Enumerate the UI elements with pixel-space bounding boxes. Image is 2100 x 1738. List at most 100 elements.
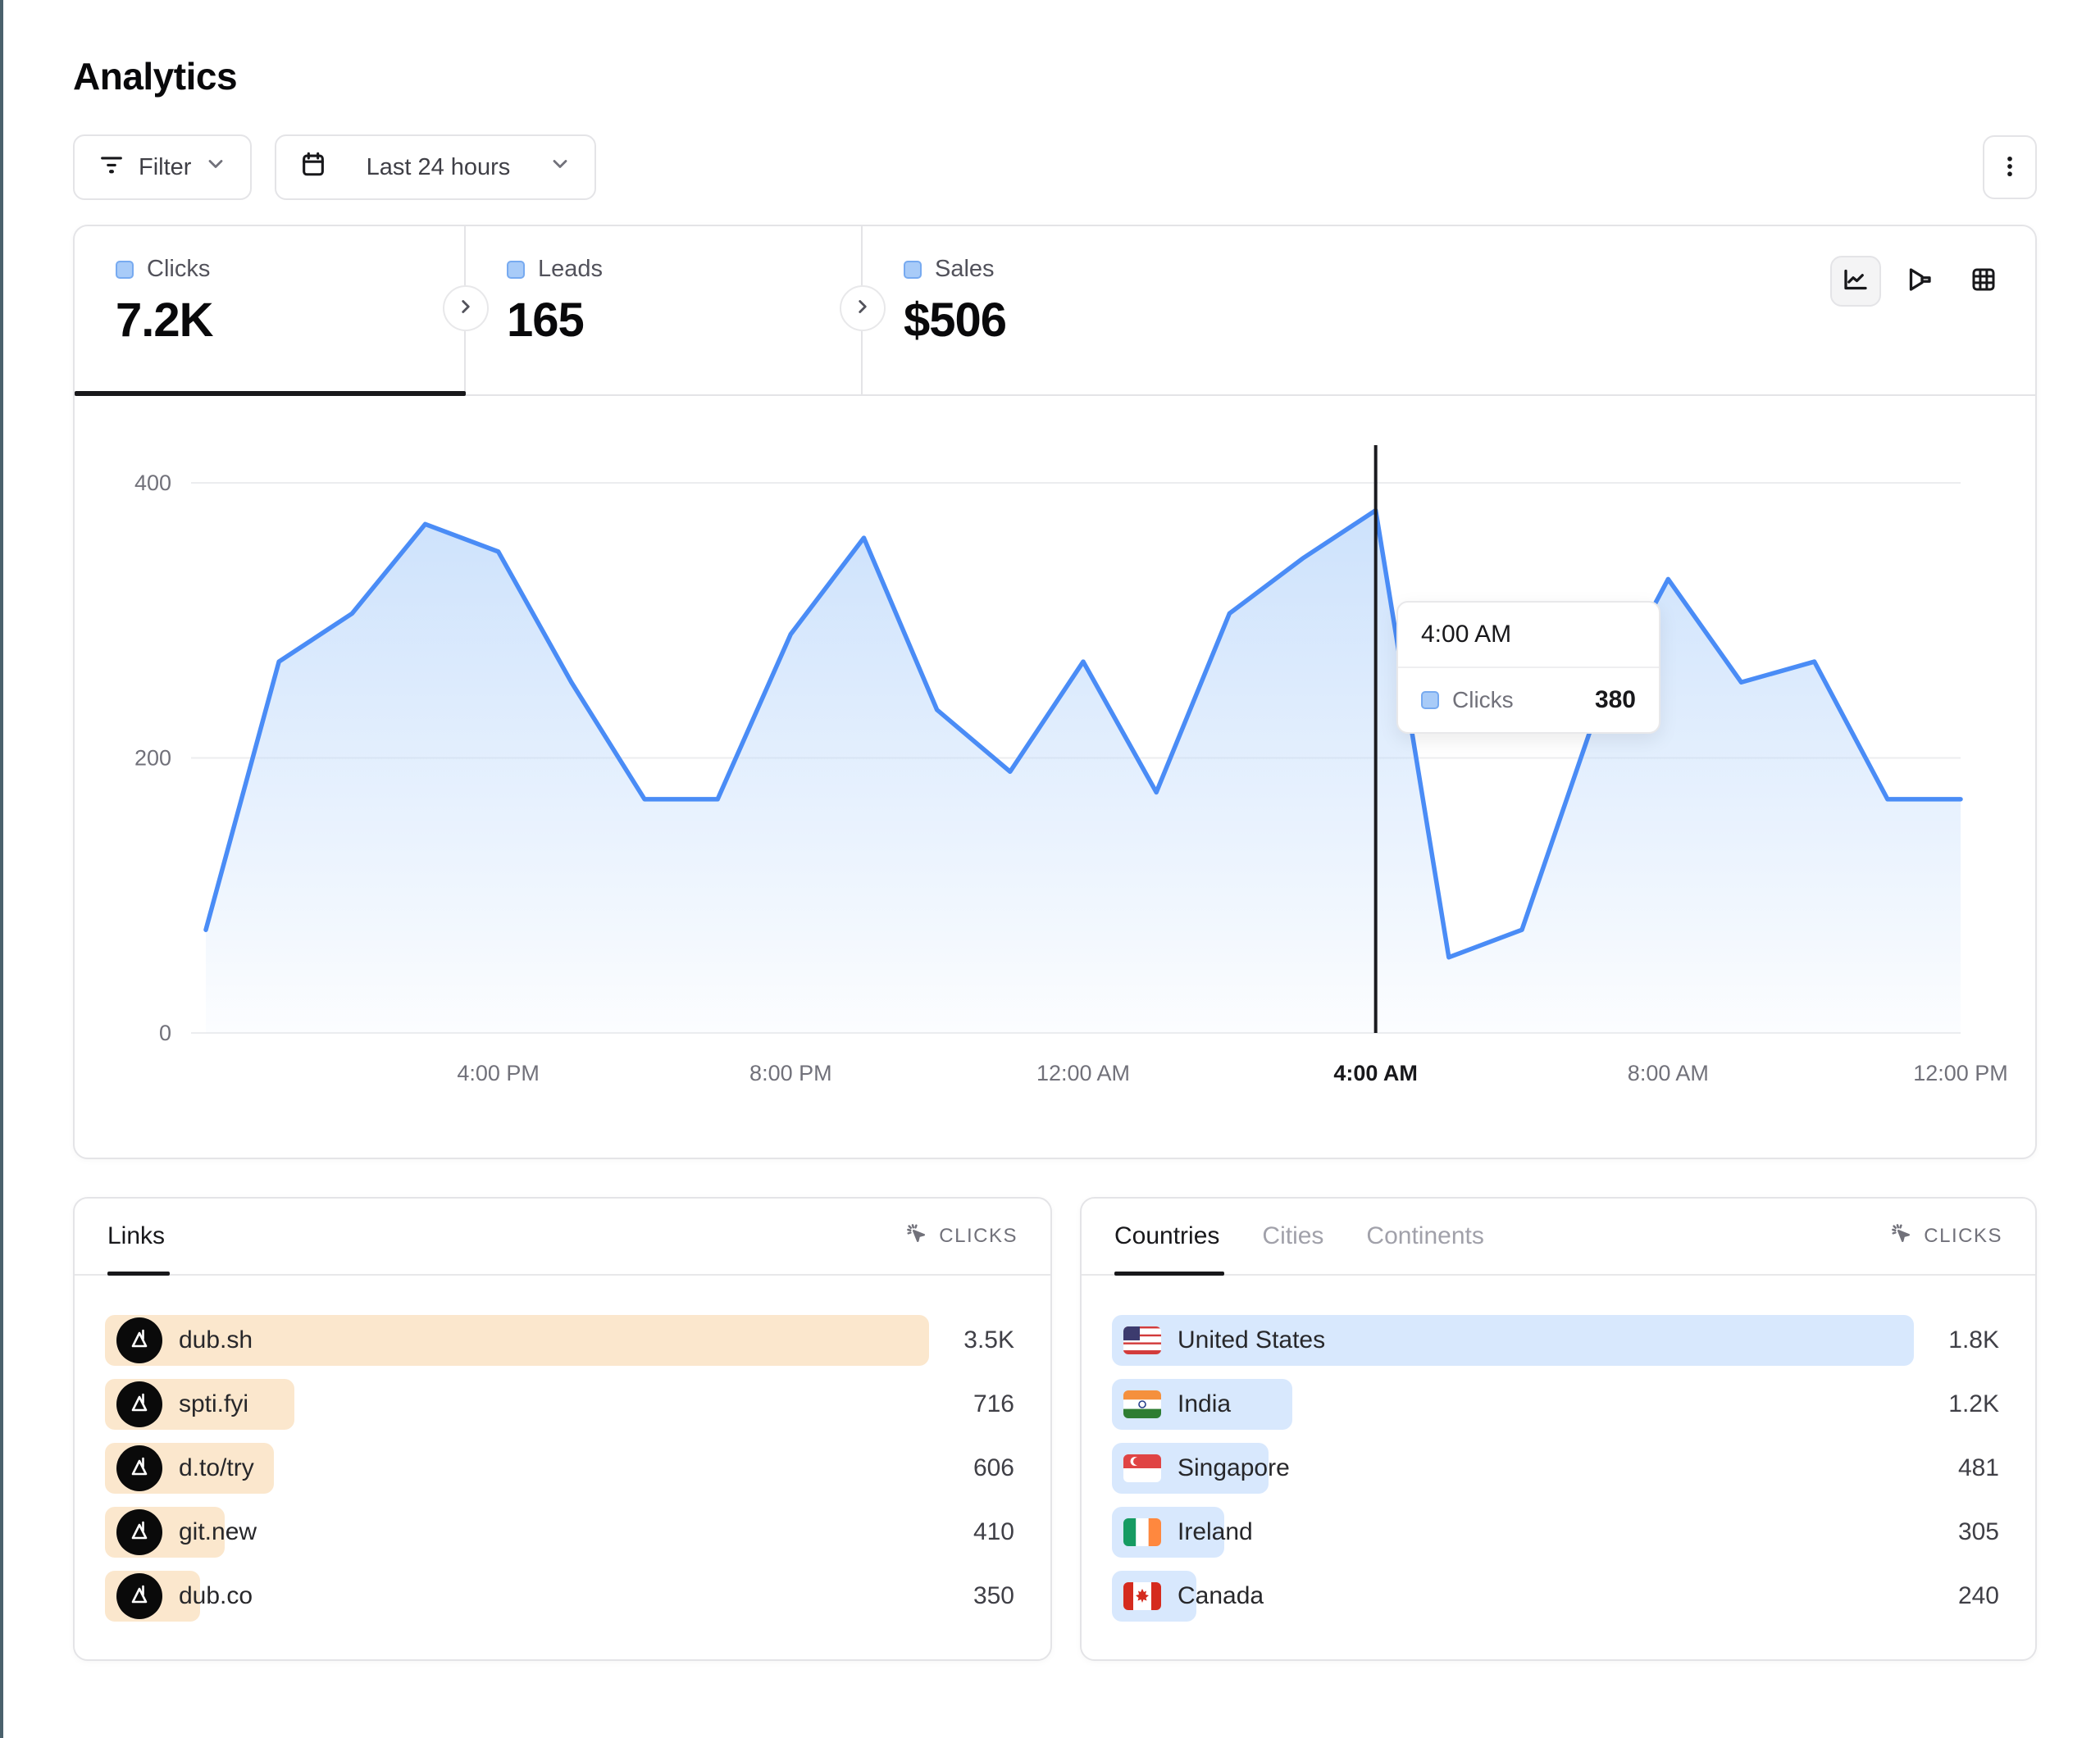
list-item[interactable]: spti.fyi 716 xyxy=(105,1379,1014,1430)
row-label: dub.co xyxy=(179,1582,253,1610)
tab-links-label: Links xyxy=(107,1222,165,1250)
row-bar: India xyxy=(1112,1379,1292,1430)
tab-continents[interactable]: Continents xyxy=(1366,1199,1483,1274)
toggle-table[interactable] xyxy=(1958,256,2009,307)
list-item[interactable]: git.new410 xyxy=(105,1507,1014,1558)
list-item[interactable]: Ireland 305 xyxy=(1112,1507,1999,1558)
x-axis-tick: 4:00 PM xyxy=(457,1061,540,1085)
list-item[interactable]: Singapore 481 xyxy=(1112,1443,1999,1494)
tooltip-swatch-icon xyxy=(1421,691,1439,709)
page-title: Analytics xyxy=(73,54,2037,98)
row-bar-area: India xyxy=(1112,1379,1914,1430)
chevron-right-icon xyxy=(455,296,476,321)
analytics-card: Clicks 7.2K Leads 165 Sales $ xyxy=(73,225,2037,1159)
row-value: 305 xyxy=(1914,1518,1999,1546)
more-options-button[interactable] xyxy=(1983,135,2037,199)
stat-label: Clicks xyxy=(147,256,210,283)
row-bar: Canada xyxy=(1112,1571,1196,1622)
links-panel: Links CLICKS dub.sh3.5Kspti.fyi716d xyxy=(73,1197,1052,1661)
tab-label: Countries xyxy=(1114,1222,1219,1250)
row-bar-area: dub.sh xyxy=(105,1315,929,1366)
tooltip-series-label: Clicks xyxy=(1452,687,1582,713)
list-item[interactable]: dub.sh 3.5K xyxy=(105,1315,1014,1366)
countries-panel: Countries Cities Continents CLICKS United … xyxy=(1080,1197,2037,1661)
flag-icon-us xyxy=(1123,1326,1161,1354)
row-value: 3.5K xyxy=(929,1326,1014,1354)
x-axis-tick: 12:00 PM xyxy=(1913,1061,2008,1085)
toolbar: Filter Last 24 hours xyxy=(73,134,2037,200)
clicks-timeseries-chart[interactable]: 02004004:00 PM8:00 PM12:00 AM4:00 AM8:00… xyxy=(75,396,2035,1159)
row-label: spti.fyi xyxy=(179,1390,248,1418)
filter-button[interactable]: Filter xyxy=(73,134,252,200)
tab-cities[interactable]: Cities xyxy=(1262,1199,1323,1274)
expand-leads-button[interactable] xyxy=(840,285,886,331)
stats-tabs: Clicks 7.2K Leads 165 Sales $ xyxy=(75,226,2035,396)
row-bar: United States xyxy=(1112,1315,1914,1366)
stat-label: Leads xyxy=(538,256,603,283)
cursor-click-icon xyxy=(904,1222,929,1252)
tab-links[interactable]: Links xyxy=(107,1199,165,1274)
row-value: 350 xyxy=(929,1582,1014,1610)
flag-icon-ie xyxy=(1123,1518,1161,1546)
link-favicon xyxy=(116,1381,162,1427)
y-axis-tick: 0 xyxy=(159,1021,171,1045)
countries-metric-selector[interactable]: CLICKS xyxy=(1889,1222,2002,1252)
row-value: 1.2K xyxy=(1914,1390,1999,1418)
flag-icon-in xyxy=(1123,1390,1161,1418)
toggle-funnel-chart[interactable] xyxy=(1894,256,1945,307)
links-metric-selector[interactable]: CLICKS xyxy=(904,1222,1018,1252)
links-panel-header: Links CLICKS xyxy=(75,1199,1050,1276)
list-item[interactable]: United States1.8K xyxy=(1112,1315,1999,1366)
chevron-right-icon xyxy=(852,296,873,321)
tab-sales[interactable]: Sales $506 xyxy=(863,226,2035,394)
chevron-down-icon xyxy=(204,152,227,182)
countries-panel-header: Countries Cities Continents CLICKS xyxy=(1082,1199,2035,1276)
links-metric-label: CLICKS xyxy=(939,1225,1018,1248)
row-bar-area: git.new xyxy=(105,1507,929,1558)
tab-countries[interactable]: Countries xyxy=(1114,1199,1219,1274)
row-bar: dub.co xyxy=(105,1571,200,1622)
row-label: Canada xyxy=(1178,1582,1264,1610)
list-item[interactable]: dub.co 350 xyxy=(105,1571,1014,1622)
area-chart-canvas: 02004004:00 PM8:00 PM12:00 AM4:00 AM8:00… xyxy=(75,396,2035,1159)
row-label: d.to/try xyxy=(179,1454,254,1482)
stat-label: Sales xyxy=(935,256,995,283)
x-axis-tick: 8:00 AM xyxy=(1628,1061,1709,1085)
calendar-icon xyxy=(299,150,327,184)
x-axis-tick: 4:00 AM xyxy=(1333,1061,1418,1085)
x-axis-tick: 12:00 AM xyxy=(1036,1061,1130,1085)
row-bar-area: d.to/try xyxy=(105,1443,929,1494)
row-value: 716 xyxy=(929,1390,1014,1418)
link-favicon xyxy=(116,1509,162,1555)
link-favicon xyxy=(116,1317,162,1363)
y-axis-tick: 200 xyxy=(134,746,171,771)
row-label: dub.sh xyxy=(179,1326,253,1354)
toggle-line-chart[interactable] xyxy=(1830,256,1881,307)
date-range-label: Last 24 hours xyxy=(340,154,535,181)
analytics-page: Analytics Filter Last xyxy=(0,0,2100,1738)
clicks-swatch-icon xyxy=(116,261,134,279)
stat-value: 7.2K xyxy=(116,293,464,348)
row-bar-area: dub.co xyxy=(105,1571,929,1622)
expand-clicks-button[interactable] xyxy=(443,285,489,331)
tooltip-value: 380 xyxy=(1595,686,1636,714)
list-item[interactable]: d.to/try606 xyxy=(105,1443,1014,1494)
tab-clicks[interactable]: Clicks 7.2K xyxy=(75,226,466,394)
line-chart-icon xyxy=(1841,265,1870,298)
list-item[interactable]: Canada240 xyxy=(1112,1571,1999,1622)
row-bar: git.new xyxy=(105,1507,225,1558)
countries-list: United States1.8K India 1.2K Singapore 481 Ir… xyxy=(1082,1276,2035,1622)
row-bar-area: spti.fyi xyxy=(105,1379,929,1430)
row-label: Singapore xyxy=(1178,1454,1290,1482)
row-label: United States xyxy=(1178,1326,1325,1354)
tab-leads[interactable]: Leads 165 xyxy=(466,226,863,394)
stat-value: 165 xyxy=(507,293,861,348)
row-value: 481 xyxy=(1914,1454,1999,1482)
row-label: git.new xyxy=(179,1518,257,1546)
date-range-button[interactable]: Last 24 hours xyxy=(275,134,596,200)
tab-label: Cities xyxy=(1262,1222,1323,1250)
funnel-chart-icon xyxy=(1905,265,1934,298)
x-axis-tick: 8:00 PM xyxy=(749,1061,832,1085)
row-label: Ireland xyxy=(1178,1518,1253,1546)
list-item[interactable]: India 1.2K xyxy=(1112,1379,1999,1430)
